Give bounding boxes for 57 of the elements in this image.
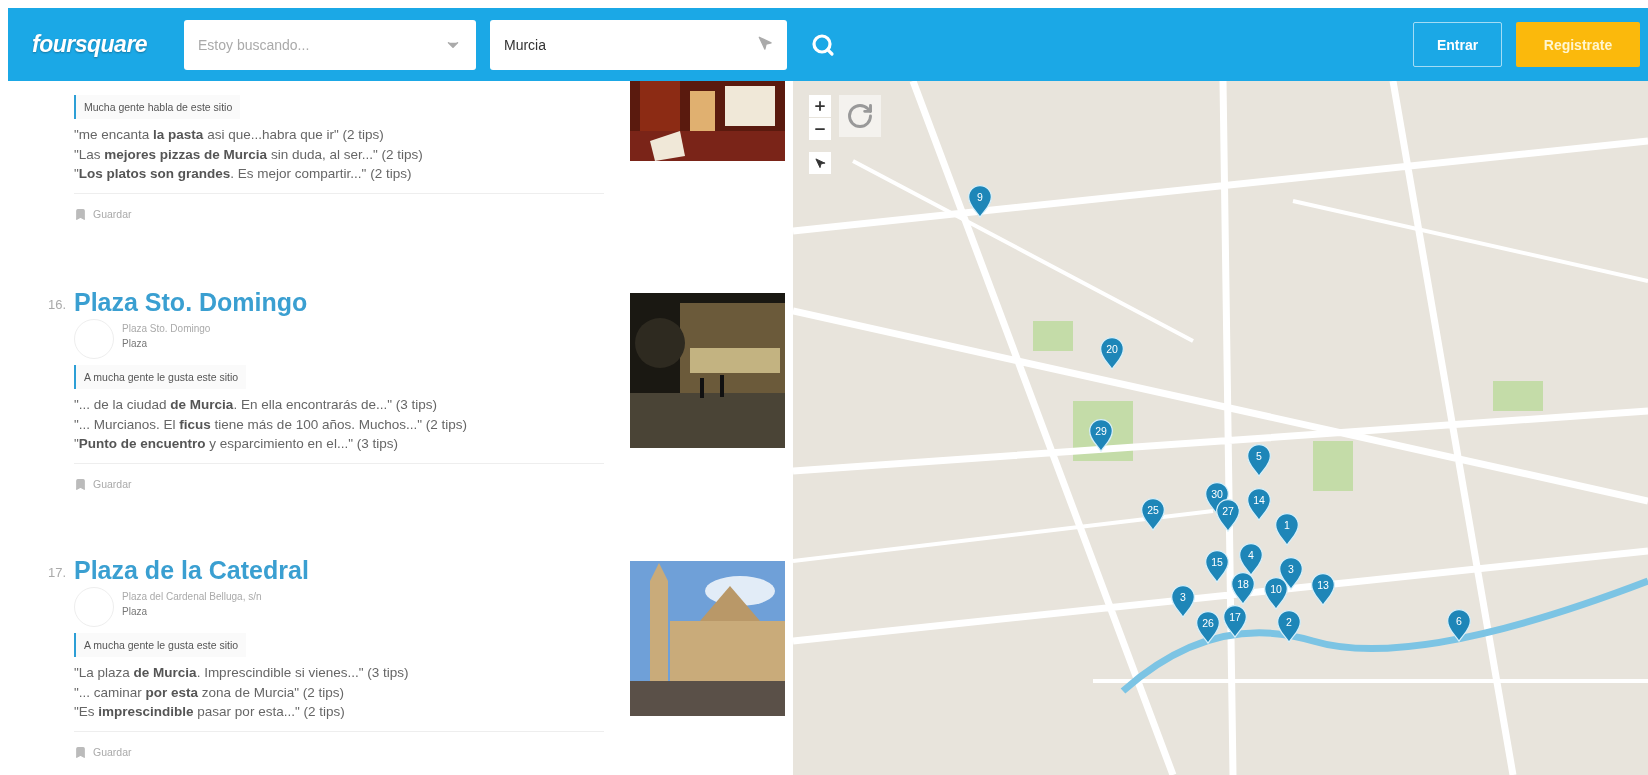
tip-text: "La plaza de Murcia. Imprescindible si vienes..." (3 tips) xyxy=(74,664,410,682)
map-pin[interactable]: 25 xyxy=(1140,497,1166,531)
tip-text: "Punto de encuentro y esparcimiento en el..." (3 tips) xyxy=(74,435,399,453)
map-pin[interactable]: 6 xyxy=(1446,608,1472,642)
tip-text: "Los platos son grandes. Es mejor compartir..." (2 tips) xyxy=(74,165,413,183)
search-icon[interactable] xyxy=(811,32,835,57)
map-pin[interactable]: 1 xyxy=(1274,512,1300,546)
venue-number: 17. xyxy=(46,564,67,582)
logo[interactable]: foursquare xyxy=(32,31,170,58)
venue-name[interactable]: Plaza Sto. Domingo xyxy=(74,287,630,317)
bookmark-icon[interactable] xyxy=(74,207,87,221)
map-pin[interactable]: 2 xyxy=(1276,609,1302,643)
venue-number: 16. xyxy=(46,296,67,314)
tip-text: "... Murcianos. El ficus tiene más de 100 años. Muchos..." (2 tips) xyxy=(74,415,468,434)
map-pin[interactable]: 10 xyxy=(1263,576,1289,610)
zoom-in-button[interactable] xyxy=(809,95,831,117)
map-pin[interactable]: 14 xyxy=(1246,487,1272,521)
map-pin[interactable]: 3 xyxy=(1170,584,1196,618)
popularity-note: A mucha gente le gusta este sitio xyxy=(74,633,247,657)
save-link[interactable]: Guardar xyxy=(93,208,132,220)
map-pin[interactable]: 5 xyxy=(1246,443,1272,477)
venue-address: Plaza del Cardenal Belluga, s/n xyxy=(122,590,262,604)
map-pin[interactable]: 17 xyxy=(1222,604,1248,638)
venue-category: Plaza xyxy=(122,605,148,619)
zoom-out-button[interactable] xyxy=(809,118,831,140)
location-arrow-icon xyxy=(814,157,826,169)
refresh-icon xyxy=(846,102,874,130)
map-pin[interactable]: 26 xyxy=(1195,610,1221,644)
tip-text: "... caminar por esta zona de Murcia" (2 tips) xyxy=(74,683,345,702)
save-link[interactable]: Guardar xyxy=(93,478,132,490)
venue-name[interactable]: Plaza de la Catedral xyxy=(74,555,630,585)
popularity-note: A mucha gente le gusta este sitio xyxy=(74,365,247,389)
tip-text: "Es imprescindible pasar por esta..." (2 tips) xyxy=(74,703,346,721)
bookmark-icon[interactable] xyxy=(74,477,87,491)
map-pin[interactable]: 4 xyxy=(1238,542,1264,576)
login-button[interactable]: Entrar xyxy=(1413,22,1502,67)
refresh-button[interactable] xyxy=(839,95,881,137)
location-arrow-icon[interactable] xyxy=(758,35,773,51)
search-field[interactable]: Estoy buscando... xyxy=(184,19,476,70)
save-link[interactable]: Guardar xyxy=(93,746,132,758)
tip-text: "... de la ciudad de Murcia. En ella encontrarás de..." (3 tips) xyxy=(74,396,439,414)
locate-button[interactable] xyxy=(809,152,831,174)
map-pin[interactable]: 20 xyxy=(1099,336,1125,370)
map-pin[interactable]: 13 xyxy=(1310,572,1336,606)
venue-category: Plaza xyxy=(122,337,148,351)
map-pin[interactable]: 9 xyxy=(967,184,993,218)
tip-text: "me encanta la pasta asi que...habra que ir" (2 tips) xyxy=(74,126,385,144)
tip-text: "Las mejores pizzas de Murcia sin duda, al ser..." (2 tips) xyxy=(74,145,424,164)
popularity-note: Mucha gente habla de este sitio xyxy=(74,95,241,119)
location-field[interactable]: Murcia xyxy=(490,19,787,70)
map-pin[interactable]: 27 xyxy=(1215,498,1241,532)
bookmark-icon[interactable] xyxy=(74,745,87,759)
map-pin[interactable]: 29 xyxy=(1088,418,1114,452)
map-pin[interactable]: 15 xyxy=(1204,549,1230,583)
venue-address: Plaza Sto. Domingo xyxy=(122,322,211,336)
map-pin[interactable]: 18 xyxy=(1230,571,1256,605)
plus-icon xyxy=(813,99,827,113)
